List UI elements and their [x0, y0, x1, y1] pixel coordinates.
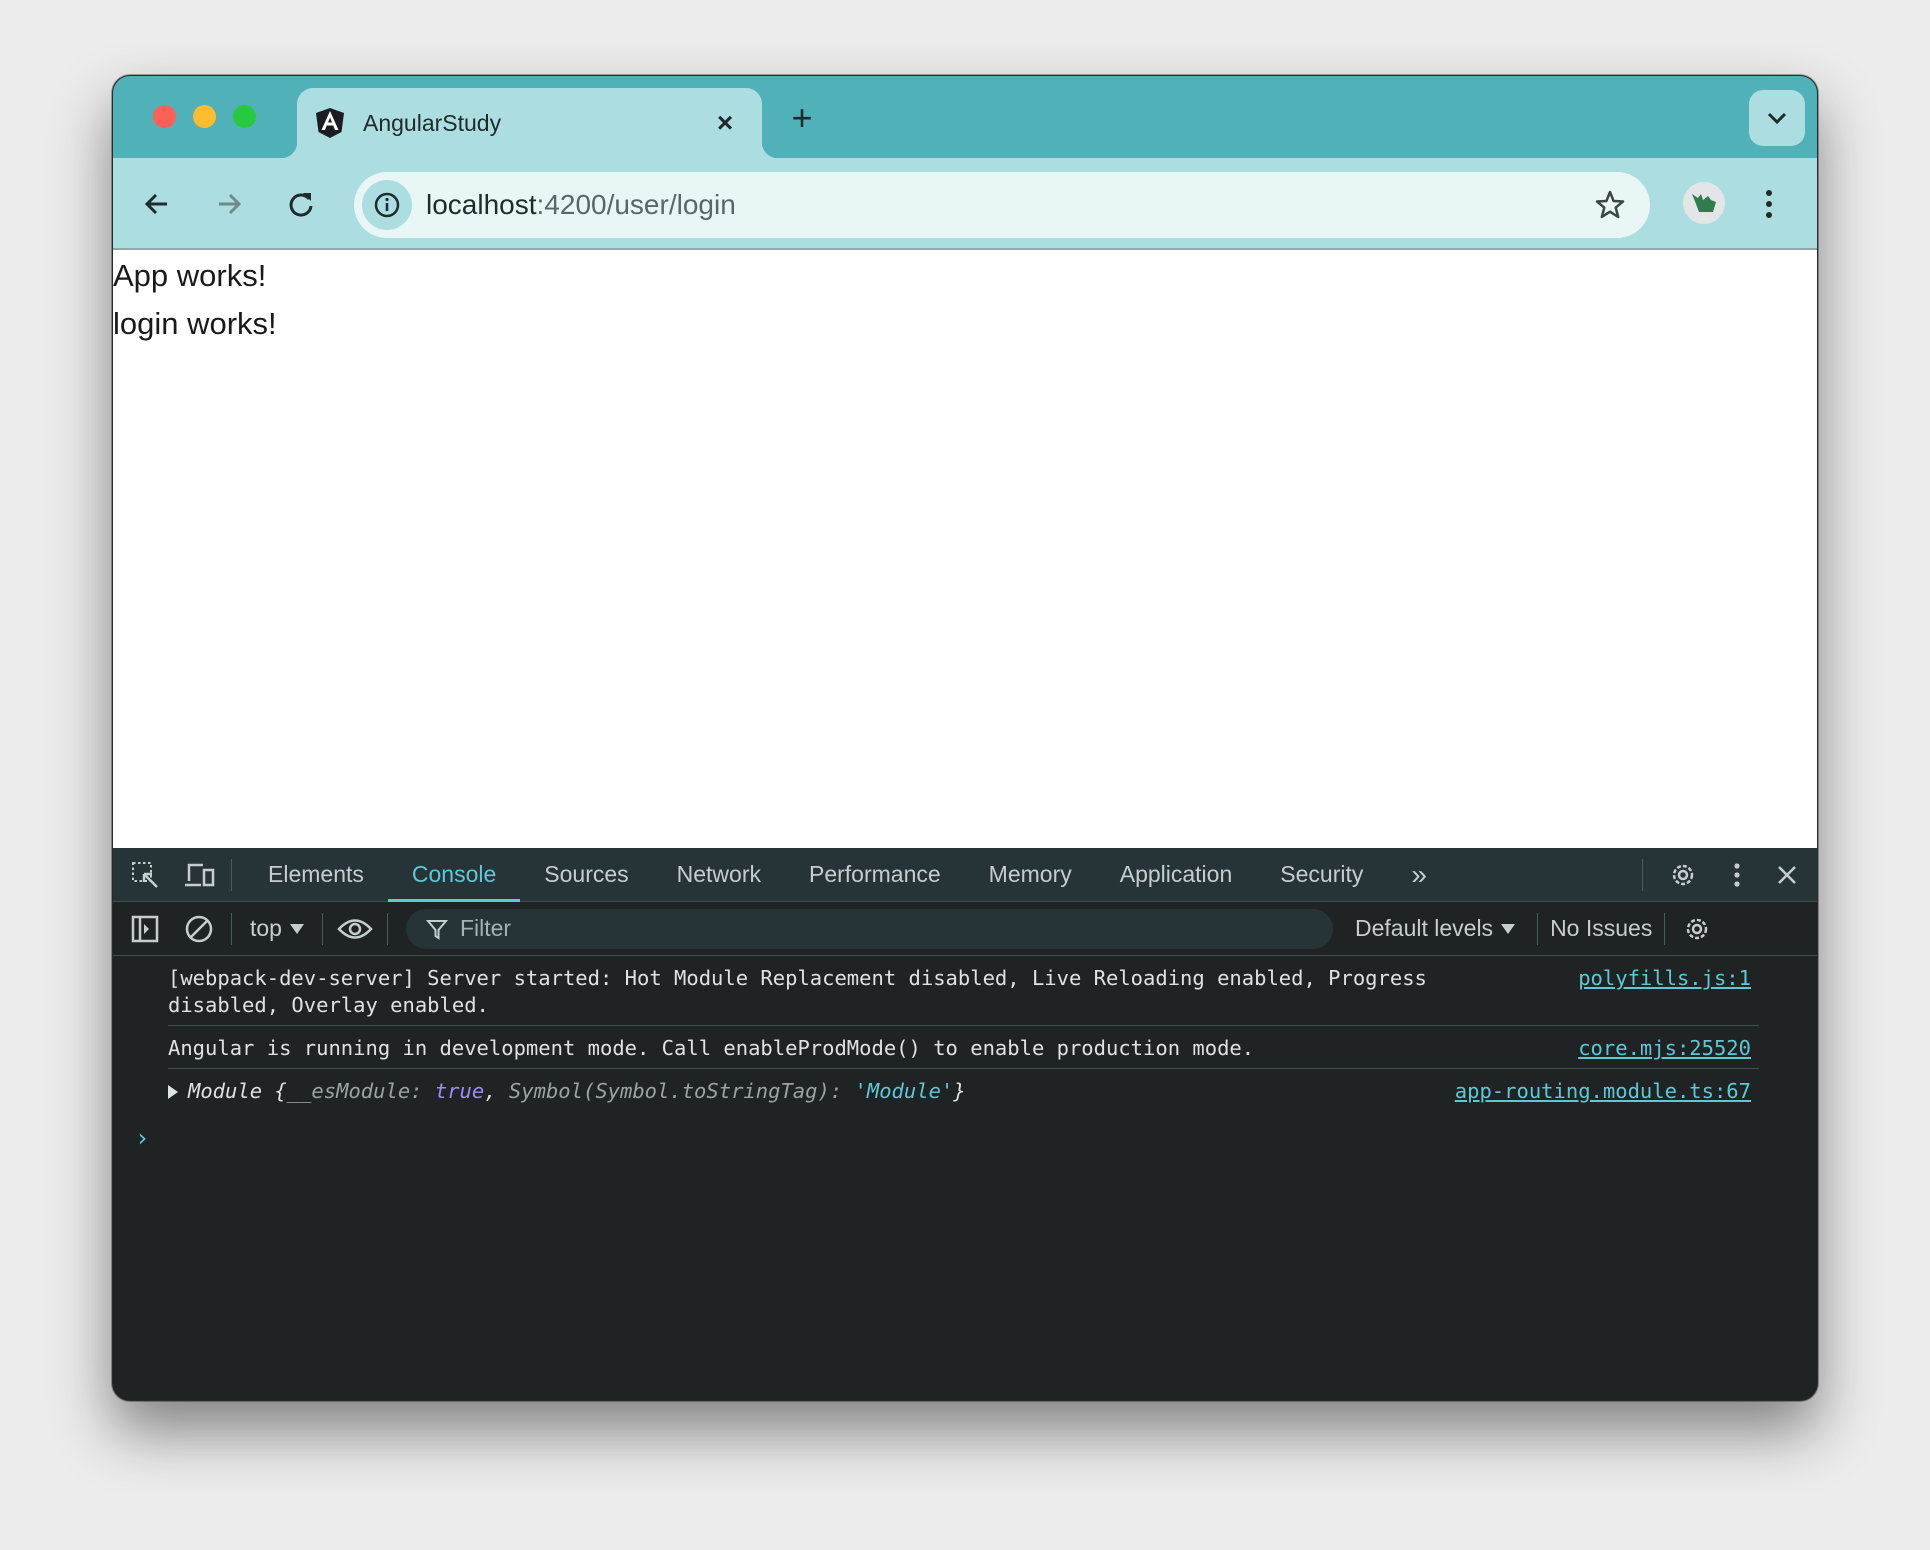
- devtools-tab-security[interactable]: Security: [1256, 848, 1387, 902]
- object-name: Module: [188, 1079, 263, 1103]
- browser-menu-button[interactable]: [1749, 180, 1789, 228]
- page-content: App works! login works!: [113, 250, 1817, 848]
- devtools-tab-network[interactable]: Network: [653, 848, 785, 902]
- url-path: :4200/user/login: [536, 189, 736, 220]
- devtools-tab-sources[interactable]: Sources: [520, 848, 652, 902]
- inspect-element-icon[interactable]: [125, 855, 165, 895]
- message-text: Angular is running in development mode. …: [168, 1036, 1255, 1060]
- filter-funnel-icon: [425, 919, 448, 940]
- browser-window: AngularStudy × + localhost:4200/user/log…: [112, 75, 1818, 1401]
- url-text[interactable]: localhost:4200/user/login: [426, 189, 1586, 221]
- divider: [386, 912, 388, 945]
- browser-toolbar: localhost:4200/user/login: [113, 158, 1817, 250]
- minimize-window-button[interactable]: [193, 105, 216, 128]
- log-levels-label: Default levels: [1354, 915, 1494, 941]
- devtools-tab-application[interactable]: Application: [1096, 848, 1257, 902]
- context-label: top: [250, 915, 282, 941]
- devtools-tab-bar: Elements Console Sources Network Perform…: [113, 848, 1817, 902]
- devtools-tab-memory[interactable]: Memory: [965, 848, 1096, 902]
- device-toolbar-icon[interactable]: [179, 855, 219, 895]
- object-value: true: [434, 1079, 485, 1103]
- console-message: Module {__esModule: true, Symbol(Symbol.…: [158, 1069, 1759, 1111]
- clear-console-icon[interactable]: [179, 909, 219, 949]
- brace: }: [953, 1079, 966, 1103]
- console-toolbar: top Filter Default levels No Issues: [113, 902, 1817, 956]
- profile-avatar[interactable]: [1683, 182, 1725, 224]
- console-filter-input[interactable]: Filter: [405, 908, 1333, 949]
- back-arrow-icon: [144, 193, 167, 215]
- dinosaur-avatar-icon: [1692, 194, 1716, 212]
- url-host: localhost: [426, 189, 537, 220]
- message-source-link[interactable]: app-routing.module.ts:67: [1455, 1078, 1751, 1105]
- reload-button[interactable]: [277, 180, 325, 228]
- devtools-tab-elements[interactable]: Elements: [244, 848, 388, 902]
- message-source-link[interactable]: polyfills.js:1: [1578, 965, 1751, 992]
- devtools-more-options-icon[interactable]: [1717, 855, 1757, 895]
- more-tabs-icon[interactable]: »: [1387, 848, 1451, 902]
- close-devtools-icon[interactable]: [1767, 855, 1807, 895]
- object-preview[interactable]: Module {__esModule: true, Symbol(Symbol.…: [158, 1078, 1498, 1105]
- maximize-window-button[interactable]: [233, 105, 256, 128]
- console-prompt[interactable]: ›: [135, 1124, 149, 1152]
- message-text: [webpack-dev-server] Server started: Hot…: [168, 966, 1440, 1017]
- divider: [231, 912, 232, 945]
- filter-placeholder: Filter: [459, 915, 512, 941]
- reload-icon: [289, 193, 313, 217]
- angular-logo-icon: [315, 107, 345, 139]
- divider: [1537, 912, 1539, 945]
- chevron-down-icon: [1767, 112, 1787, 125]
- devtools-tab-performance[interactable]: Performance: [785, 848, 965, 902]
- divider: [231, 858, 232, 891]
- back-button[interactable]: [133, 180, 181, 228]
- console-messages: [webpack-dev-server] Server started: Hot…: [113, 956, 1817, 1152]
- object-key: Symbol(Symbol.toStringTag): [508, 1079, 830, 1103]
- forward-button[interactable]: [205, 180, 253, 228]
- brace: {: [274, 1079, 287, 1103]
- kebab-menu-icon: [1766, 190, 1772, 218]
- console-settings-gear-icon[interactable]: [1677, 909, 1717, 949]
- devtools-settings-gear-icon[interactable]: [1663, 855, 1703, 895]
- tab-strip: AngularStudy × +: [113, 76, 1817, 158]
- browser-tab-active[interactable]: AngularStudy ×: [281, 88, 778, 158]
- console-message: Angular is running in development mode. …: [168, 1026, 1759, 1069]
- forward-arrow-icon: [219, 193, 242, 215]
- object-value: 'Module': [854, 1079, 954, 1103]
- login-works-text: login works!: [113, 306, 277, 341]
- site-info-icon[interactable]: [362, 180, 412, 230]
- divider: [1664, 912, 1666, 945]
- context-selector[interactable]: top: [244, 915, 310, 942]
- devtools-tab-console[interactable]: Console: [387, 848, 521, 902]
- divider: [321, 912, 323, 945]
- new-tab-button[interactable]: +: [782, 97, 822, 138]
- show-sidebar-icon[interactable]: [125, 909, 165, 949]
- log-levels-dropdown[interactable]: Default levels: [1354, 915, 1516, 942]
- address-bar[interactable]: localhost:4200/user/login: [354, 172, 1650, 238]
- bookmark-star-icon[interactable]: [1586, 181, 1634, 229]
- dropdown-triangle-icon: [1501, 923, 1516, 934]
- app-works-text: App works!: [113, 258, 267, 293]
- dropdown-triangle-icon: [289, 923, 304, 934]
- close-tab-icon[interactable]: ×: [708, 106, 742, 140]
- message-source-link[interactable]: core.mjs:25520: [1578, 1035, 1751, 1062]
- devtools-panel: Elements Console Sources Network Perform…: [113, 848, 1817, 1400]
- tab-search-button[interactable]: [1749, 90, 1805, 146]
- expand-triangle-icon[interactable]: [168, 1085, 178, 1099]
- live-expression-eye-icon[interactable]: [335, 909, 375, 949]
- console-message: [webpack-dev-server] Server started: Hot…: [168, 956, 1759, 1026]
- tab-title: AngularStudy: [363, 109, 502, 136]
- issues-counter[interactable]: No Issues: [1550, 915, 1652, 942]
- divider: [1642, 859, 1643, 891]
- close-window-button[interactable]: [153, 105, 176, 128]
- object-key: __esModule: [286, 1079, 411, 1103]
